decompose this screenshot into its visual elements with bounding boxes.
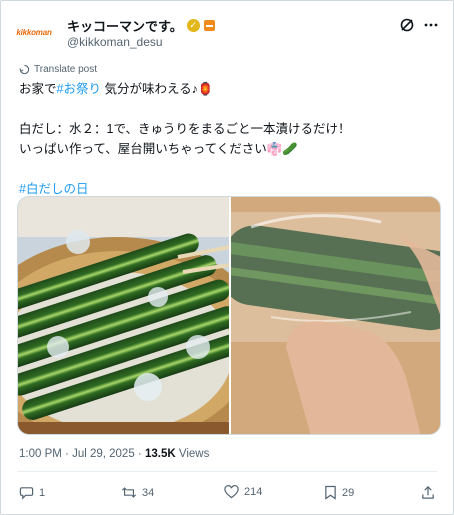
post-header: kikkoman キッコーマンです。 ✓ @kikkoman_desu bbox=[15, 13, 439, 53]
bookmark-count: 29 bbox=[342, 486, 355, 499]
kikkoman-logo: kikkoman bbox=[16, 27, 52, 37]
post-line-2: 白だし：水２：1で、きゅうりをまるごと一本漬けるだけ！ bbox=[19, 122, 351, 136]
meta-separator: · bbox=[134, 448, 145, 460]
heart-icon bbox=[224, 485, 239, 499]
translate-icon bbox=[19, 64, 30, 75]
divider bbox=[17, 471, 437, 472]
post-text-segment: お家で bbox=[19, 82, 57, 96]
name-row: キッコーマンです。 ✓ bbox=[67, 16, 215, 35]
reply-count: 1 bbox=[39, 486, 46, 499]
repost-icon bbox=[121, 487, 137, 498]
affiliate-badge-icon[interactable] bbox=[203, 20, 215, 31]
post-line-1: お家で#お祭り 気分が味わえる♪🏮 bbox=[19, 79, 439, 99]
hashtag-link[interactable]: #お祭り bbox=[57, 82, 101, 96]
media-grid bbox=[17, 196, 441, 435]
bookmark-button[interactable]: 29 bbox=[324, 485, 354, 500]
meta-separator: · bbox=[61, 448, 73, 460]
post-time[interactable]: 1:00 PM bbox=[19, 448, 62, 460]
verified-badge-icon[interactable]: ✓ bbox=[186, 19, 200, 32]
like-button[interactable]: 214 bbox=[224, 485, 262, 499]
views-count: 13.5K bbox=[144, 448, 176, 460]
share-icon bbox=[422, 486, 434, 499]
post-date[interactable]: Jul 29, 2025 bbox=[72, 448, 135, 460]
post-card: kikkoman キッコーマンです。 ✓ @kikkoman_desu Tran… bbox=[0, 0, 454, 515]
like-count: 214 bbox=[244, 486, 263, 498]
share-button[interactable] bbox=[421, 485, 435, 500]
translate-post-link[interactable]: Translate post bbox=[19, 64, 97, 75]
display-name[interactable]: キッコーマンです。 bbox=[67, 16, 183, 35]
reply-button[interactable]: 1 bbox=[19, 485, 45, 500]
post-line-3: いっぱい作って、屋台開いちゃってください👘🥒 bbox=[19, 142, 298, 156]
repost-count: 34 bbox=[142, 486, 155, 499]
photo-cucumber-in-bag[interactable] bbox=[231, 197, 440, 434]
views-label: Views bbox=[175, 448, 210, 460]
repost-button[interactable]: 34 bbox=[121, 485, 154, 500]
bookmark-icon bbox=[325, 485, 336, 500]
avatar[interactable]: kikkoman bbox=[15, 13, 53, 51]
translate-label: Translate post bbox=[34, 64, 97, 75]
action-bar: 1 34 214 29 bbox=[19, 485, 435, 503]
reply-icon bbox=[19, 487, 34, 500]
post-metadata: 1:00 PM · Jul 29, 2025 · 13.5K Views bbox=[19, 448, 209, 460]
user-handle[interactable]: @kikkoman_desu bbox=[67, 35, 163, 49]
post-text-segment: 気分が味わえる♪🏮 bbox=[100, 82, 214, 96]
grok-icon[interactable] bbox=[399, 17, 415, 33]
post-text: お家で#お祭り 気分が味わえる♪🏮 白だし：水２：1で、きゅうりをまるごと一本漬… bbox=[19, 79, 439, 199]
photo-cucumbers-on-ice[interactable] bbox=[18, 197, 229, 434]
more-options-icon[interactable] bbox=[423, 17, 439, 33]
